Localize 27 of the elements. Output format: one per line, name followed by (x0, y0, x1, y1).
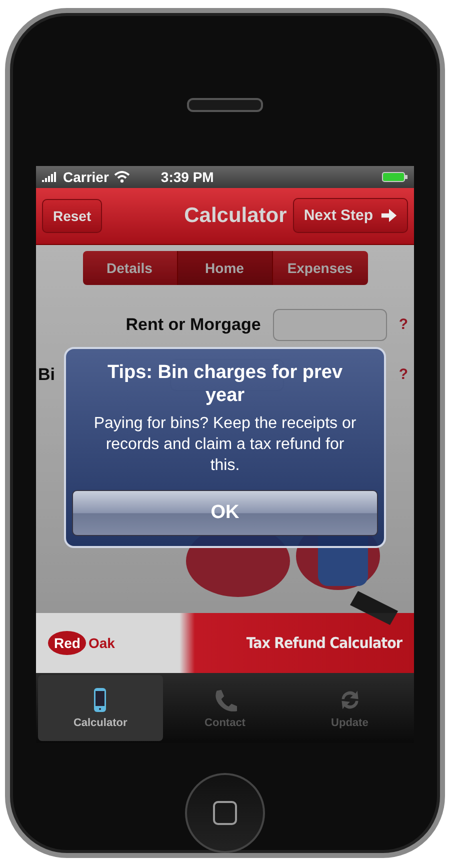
alert-title: Tips: Bin charges for prev year (106, 360, 344, 407)
status-time: 3:39 PM (160, 168, 214, 185)
wifi-icon (114, 170, 130, 183)
battery-icon (382, 172, 408, 182)
tab-item[interactable]: Contact (162, 675, 288, 742)
carrier-label: Carrier (63, 168, 109, 185)
tab-item[interactable]: Calculator (38, 675, 163, 742)
help-link[interactable]: ? (398, 316, 408, 334)
input-field[interactable] (272, 308, 387, 341)
next-step-button[interactable]: Next Step (292, 198, 408, 234)
screen-title: Calculator (183, 204, 287, 228)
help-link[interactable]: ? (398, 366, 408, 384)
field-label: Bi (38, 364, 55, 385)
segment-tab[interactable]: Expenses (272, 250, 368, 285)
tab-item[interactable]: Update (287, 675, 412, 742)
ok-button[interactable]: OK (72, 490, 378, 536)
logo-text: Red (48, 631, 86, 656)
alert-message: Paying for bins? Keep the receipts or records and claim a tax refund for this. (92, 414, 358, 476)
banner-title: Tax Refund Calculator (246, 634, 402, 652)
arrow-icon (381, 209, 397, 222)
reset-button[interactable]: Reset (42, 198, 102, 233)
logo-text: Oak (88, 635, 115, 652)
handset-icon (213, 687, 237, 714)
segment-tab[interactable]: Home (178, 250, 272, 285)
field-label: Rent or Morgage (126, 314, 261, 335)
signal-icon (42, 172, 58, 182)
segment-tab[interactable]: Details (82, 250, 178, 285)
